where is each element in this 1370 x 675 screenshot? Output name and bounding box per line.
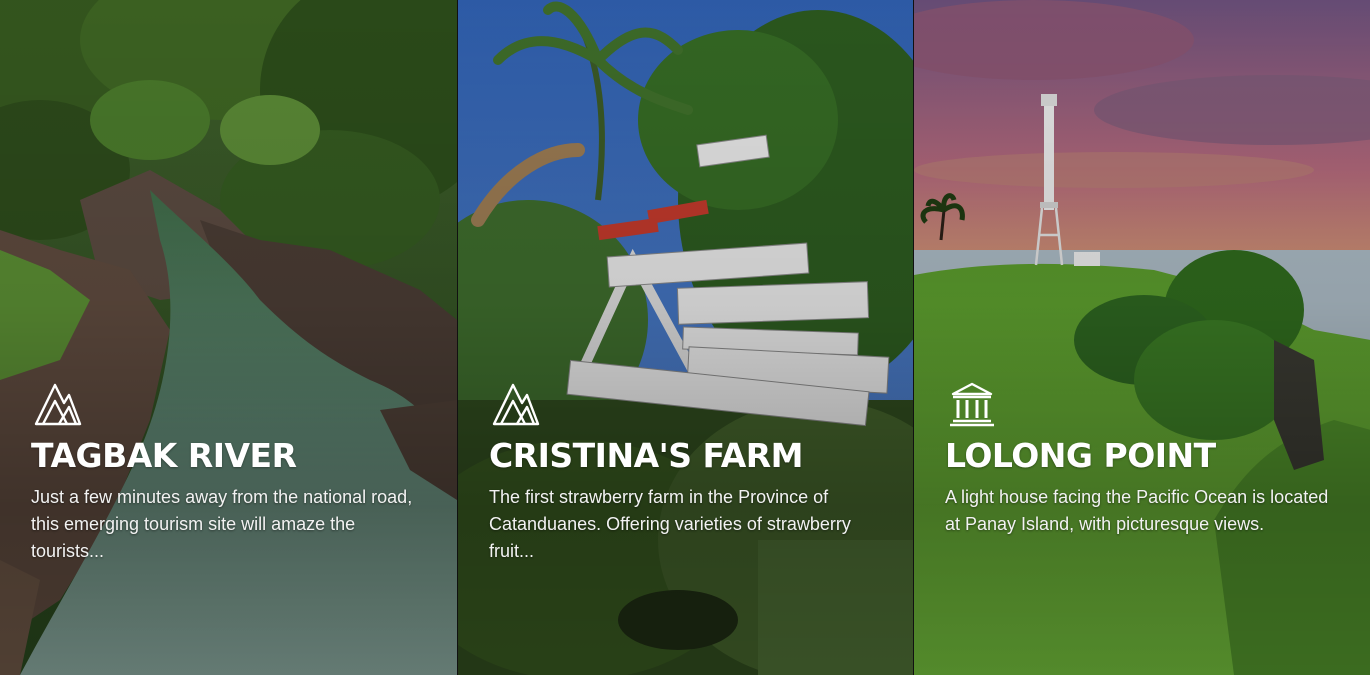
image-overlay [458, 0, 913, 675]
card-title[interactable]: TAGBAK RIVER [31, 437, 431, 475]
card-cristinas-farm[interactable]: CRISTINA'S FARM The first strawberry far… [457, 0, 913, 675]
card-description: The first strawberry farm in the Provinc… [489, 487, 851, 561]
image-overlay [914, 0, 1370, 675]
card-title[interactable]: CRISTINA'S FARM [489, 437, 889, 475]
mountain-icon [34, 383, 82, 426]
card-tagbak-river[interactable]: TAGBAK RIVER Just a few minutes away fro… [0, 0, 457, 675]
card-content: TAGBAK RIVER Just a few minutes away fro… [31, 381, 431, 565]
destination-cards: TAGBAK RIVER Just a few minutes away fro… [0, 0, 1370, 675]
card-content: LOLONG POINT A light house facing the Pa… [945, 381, 1345, 538]
card-content: CRISTINA'S FARM The first strawberry far… [489, 381, 889, 565]
museum-icon [950, 382, 994, 427]
card-title[interactable]: LOLONG POINT [945, 437, 1345, 475]
card-description: A light house facing the Pacific Ocean i… [945, 487, 1329, 534]
image-overlay [0, 0, 457, 675]
card-description: Just a few minutes away from the nationa… [31, 487, 413, 561]
card-lolong-point[interactable]: LOLONG POINT A light house facing the Pa… [913, 0, 1370, 675]
mountain-icon [492, 383, 540, 426]
